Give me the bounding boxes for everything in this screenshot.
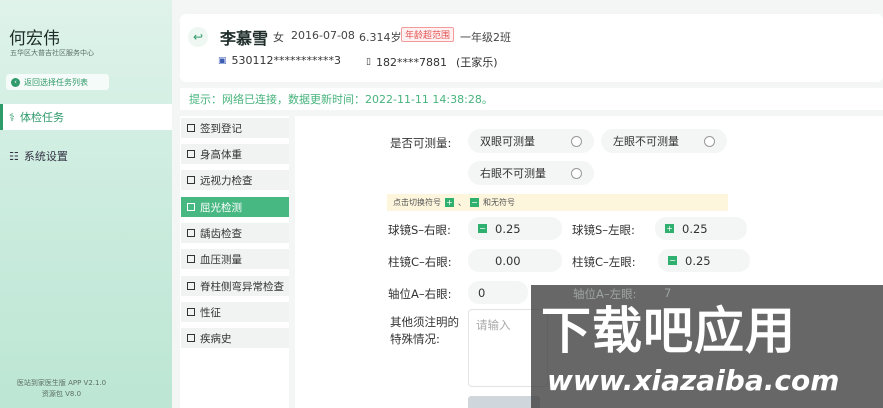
patient-name: 李慕雪 (220, 29, 269, 48)
patient-phone: ▯ 182****7881 (王家乐) (366, 54, 498, 70)
cyl-left-input[interactable]: − 0.25 (658, 249, 750, 272)
sign-toggle-icon[interactable]: − (478, 224, 487, 233)
sphere-right-value: 0.25 (495, 221, 521, 236)
hint-suffix: 和无符号 (483, 198, 515, 207)
sidebar-item-settings[interactable]: ☷ 系统设置 (0, 143, 172, 169)
notes-label-line-2: 特殊情况: (390, 332, 440, 346)
org-name: 五华区大普吉社区服务中心 (10, 49, 94, 57)
nav-item-refraction[interactable]: 屈光检测 (181, 197, 289, 217)
grid-icon (187, 255, 195, 263)
nav-item-label: 远视力检查 (200, 174, 253, 187)
age-out-of-range-badge: 年龄超范围 (401, 27, 455, 42)
sidebar-item-label: 体检任务 (19, 111, 64, 124)
cyl-right-label: 柱镜C–右眼: (388, 255, 452, 269)
sign-toggle-hint: 点击切换符号 + 、 − 和无符号 (387, 194, 728, 211)
plus-icon: + (445, 197, 454, 207)
guardian-name: (王家乐) (455, 56, 498, 69)
nav-item-label: 身高体重 (200, 148, 242, 161)
nav-item-label: 签到登记 (200, 122, 242, 135)
nav-item-medical-history[interactable]: 疾病史 (181, 328, 289, 348)
sign-toggle-icon[interactable]: + (665, 224, 674, 233)
sidebar-item-exam-task[interactable]: ⚕ 体检任务 (0, 104, 172, 130)
patient-grade: 一年级2班 (460, 31, 511, 44)
sphere-left-label: 球镜S–左眼: (572, 223, 635, 237)
axis-right-value: 0 (478, 285, 486, 300)
resource-version: 资源包 V8.0 (41, 390, 82, 398)
grid-icon (187, 124, 195, 132)
hint-separator: 、 (458, 198, 466, 207)
nav-item-label: 龋齿检查 (200, 227, 242, 240)
measurable-label: 是否可测量: (390, 136, 452, 150)
nav-item-scoliosis[interactable]: 脊柱侧弯异常检查 (181, 276, 289, 296)
option-label: 左眼不可测量 (613, 135, 679, 148)
back-label: 返回选择任务列表 (24, 77, 88, 87)
sphere-right-input[interactable]: − 0.25 (468, 217, 562, 240)
sidebar-item-label: 系统设置 (23, 150, 68, 163)
sphere-right-label: 球镜S–右眼: (388, 223, 451, 237)
axis-right-input[interactable]: 0 (468, 281, 528, 304)
return-icon[interactable]: ↩ (188, 27, 208, 47)
settings-icon: ☷ (9, 149, 19, 163)
id-number: 530112***********3 (231, 54, 342, 67)
patient-header (180, 14, 883, 82)
chevron-left-icon: ‹ (11, 77, 20, 87)
hint-prefix: 点击切换符号 (393, 198, 441, 207)
grid-icon (187, 282, 195, 290)
watermark-url: www.xiazaiba.com (547, 364, 840, 397)
exam-nav: 签到登记 身高体重 远视力检查 屈光检测 龋齿检查 血压测量 脊柱侧弯异常检查 … (180, 116, 289, 408)
phone-number: 182****7881 (375, 55, 447, 69)
nav-item-label: 血压测量 (200, 253, 242, 266)
option-label: 双眼可测量 (480, 135, 535, 148)
nav-item-distance-vision[interactable]: 远视力检查 (181, 170, 289, 190)
radio-icon (571, 136, 582, 147)
nav-item-height-weight[interactable]: 身高体重 (181, 144, 289, 164)
check-icon (187, 203, 195, 211)
app-version: 医站到家医生版 APP V2.1.0 (16, 379, 107, 387)
patient-birth: 2016-07-08 (291, 29, 355, 42)
patient-gender: 女 (273, 31, 284, 44)
user-name: 何宏伟 (9, 29, 60, 49)
nav-item-label: 脊柱侧弯异常检查 (200, 280, 284, 293)
cyl-right-value: 0.00 (495, 253, 521, 268)
notes-label-line-1: 其他须注明的 (390, 315, 459, 329)
sign-toggle-icon[interactable]: − (668, 256, 677, 265)
network-status-tip: 提示：网络已连接，数据更新时间：2022-11-11 14:38:28。 (180, 88, 883, 110)
nav-item-blood-pressure[interactable]: 血压测量 (181, 249, 289, 269)
sidebar: 何宏伟 五华区大普吉社区服务中心 ‹ 返回选择任务列表 ⚕ 体检任务 ☷ 系统设… (0, 0, 172, 408)
option-label: 右眼不可测量 (480, 167, 546, 180)
nav-item-label: 性征 (200, 306, 221, 319)
cyl-left-label: 柱镜C–左眼: (572, 255, 636, 269)
nav-item-checkin[interactable]: 签到登记 (181, 118, 289, 138)
option-both-eyes-measurable[interactable]: 双眼可测量 (468, 129, 594, 153)
cyl-right-input[interactable]: 0.00 (468, 249, 562, 272)
check-icon (187, 334, 195, 342)
radio-icon (704, 136, 715, 147)
patient-age: 6.314岁 (359, 31, 402, 44)
grid-icon (187, 229, 195, 237)
sphere-left-value: 0.25 (682, 221, 708, 236)
grid-icon (187, 150, 195, 158)
back-to-task-list-button[interactable]: ‹ 返回选择任务列表 (6, 74, 109, 90)
phone-icon: ▯ (366, 57, 371, 67)
nav-item-label: 疾病史 (200, 332, 232, 345)
cyl-left-value: 0.25 (685, 253, 711, 268)
grid-icon (187, 176, 195, 184)
watermark-title: 下载吧应用 (541, 302, 796, 360)
option-right-eye-unmeasurable[interactable]: 右眼不可测量 (468, 161, 594, 185)
radio-icon (571, 168, 582, 179)
stethoscope-icon: ⚕ (9, 110, 15, 124)
id-card-icon: ▣ (218, 55, 227, 66)
minus-icon: − (470, 197, 479, 207)
grid-icon (187, 308, 195, 316)
patient-id: ▣ 530112***********3 (218, 54, 341, 67)
nav-item-dental-caries[interactable]: 龋齿检查 (181, 223, 289, 243)
option-left-eye-unmeasurable[interactable]: 左眼不可测量 (601, 129, 727, 153)
photo-thumbnail[interactable] (468, 396, 540, 408)
axis-right-label: 轴位A–右眼: (388, 287, 452, 301)
sphere-left-input[interactable]: + 0.25 (655, 217, 747, 240)
nav-item-sex-characteristics[interactable]: 性征 (181, 302, 289, 322)
nav-item-label: 屈光检测 (200, 201, 242, 214)
